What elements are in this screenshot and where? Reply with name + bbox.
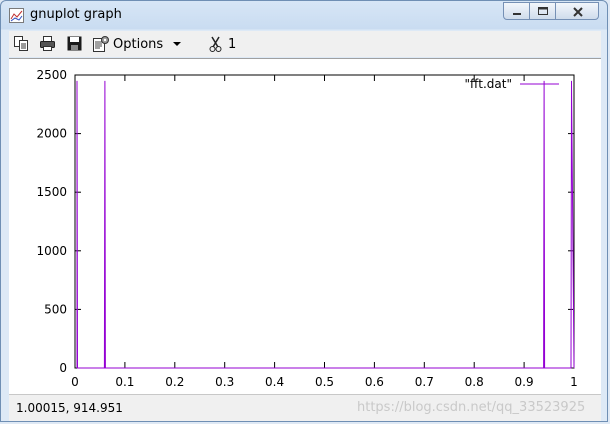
maximize-button[interactable] [529,2,556,20]
plot-svg: 0 500 1000 1500 2000 2500 0 0.1 0.2 0.3 0.4 0.5 0.6 0… [36,68,578,389]
x-tick-label: 0.2 [165,375,184,389]
x-tick-label: 0.4 [265,375,284,389]
copy-button[interactable] [13,35,30,53]
options-menu-button[interactable]: Options [113,37,163,52]
legend-label: "fft.dat" [464,77,512,91]
y-tick-label: 1000 [36,244,67,258]
watermark-text: https://blog.csdn.net/qq_33523925 [357,400,586,415]
print-icon [40,36,55,51]
y-tick-label: 0 [59,361,67,375]
x-tick-label: 0.3 [215,375,234,389]
maximize-icon [538,7,548,15]
ruler-button[interactable] [209,35,223,53]
chevron-down-icon[interactable] [173,42,181,46]
cursor-coordinates: 1.00015, 914.951 [16,401,123,415]
plot-area[interactable]: 0 500 1000 1500 2000 2500 0 0.1 0.2 0.3 0.4 0.5 0.6 0… [9,58,601,394]
y-tick-label: 2000 [36,127,67,141]
y-tick-label: 500 [44,302,67,316]
title-bar[interactable]: gnuplot graph [1,1,607,29]
x-tick-label: 0 [71,375,79,389]
options-icon-button[interactable] [92,35,110,53]
x-tick-label: 0.9 [515,375,534,389]
toolbar: Options 1 [9,31,601,57]
plot-border [74,74,575,369]
minimize-icon [513,13,521,15]
save-button[interactable] [66,35,83,53]
x-tick-label: 1 [570,375,578,389]
x-tick-label: 0.5 [315,375,334,389]
minimize-button[interactable] [503,2,530,20]
close-button[interactable] [555,2,599,20]
x-tick-label: 0.7 [415,375,434,389]
close-icon [573,7,583,17]
x-tick-label: 0.6 [365,375,384,389]
copy-icon [14,36,28,51]
gnuplot-app-icon [9,8,24,23]
series-line [76,80,575,369]
save-icon [67,36,82,51]
y-tick-label: 2500 [36,68,67,82]
scissors-ruler-icon [209,36,222,52]
window-title: gnuplot graph [30,7,122,22]
status-bar: 1.00015, 914.951 https://blog.csdn.net/q… [9,394,601,421]
options-icon [93,36,109,52]
ruler-label: 1 [228,37,237,52]
print-button[interactable] [39,35,56,53]
y-tick-label: 1500 [36,185,67,199]
gnuplot-window: gnuplot graph Options 1 0 500 1000 1500 … [0,0,608,422]
x-tick-label: 0.1 [115,375,134,389]
x-tick-label: 0.8 [465,375,484,389]
